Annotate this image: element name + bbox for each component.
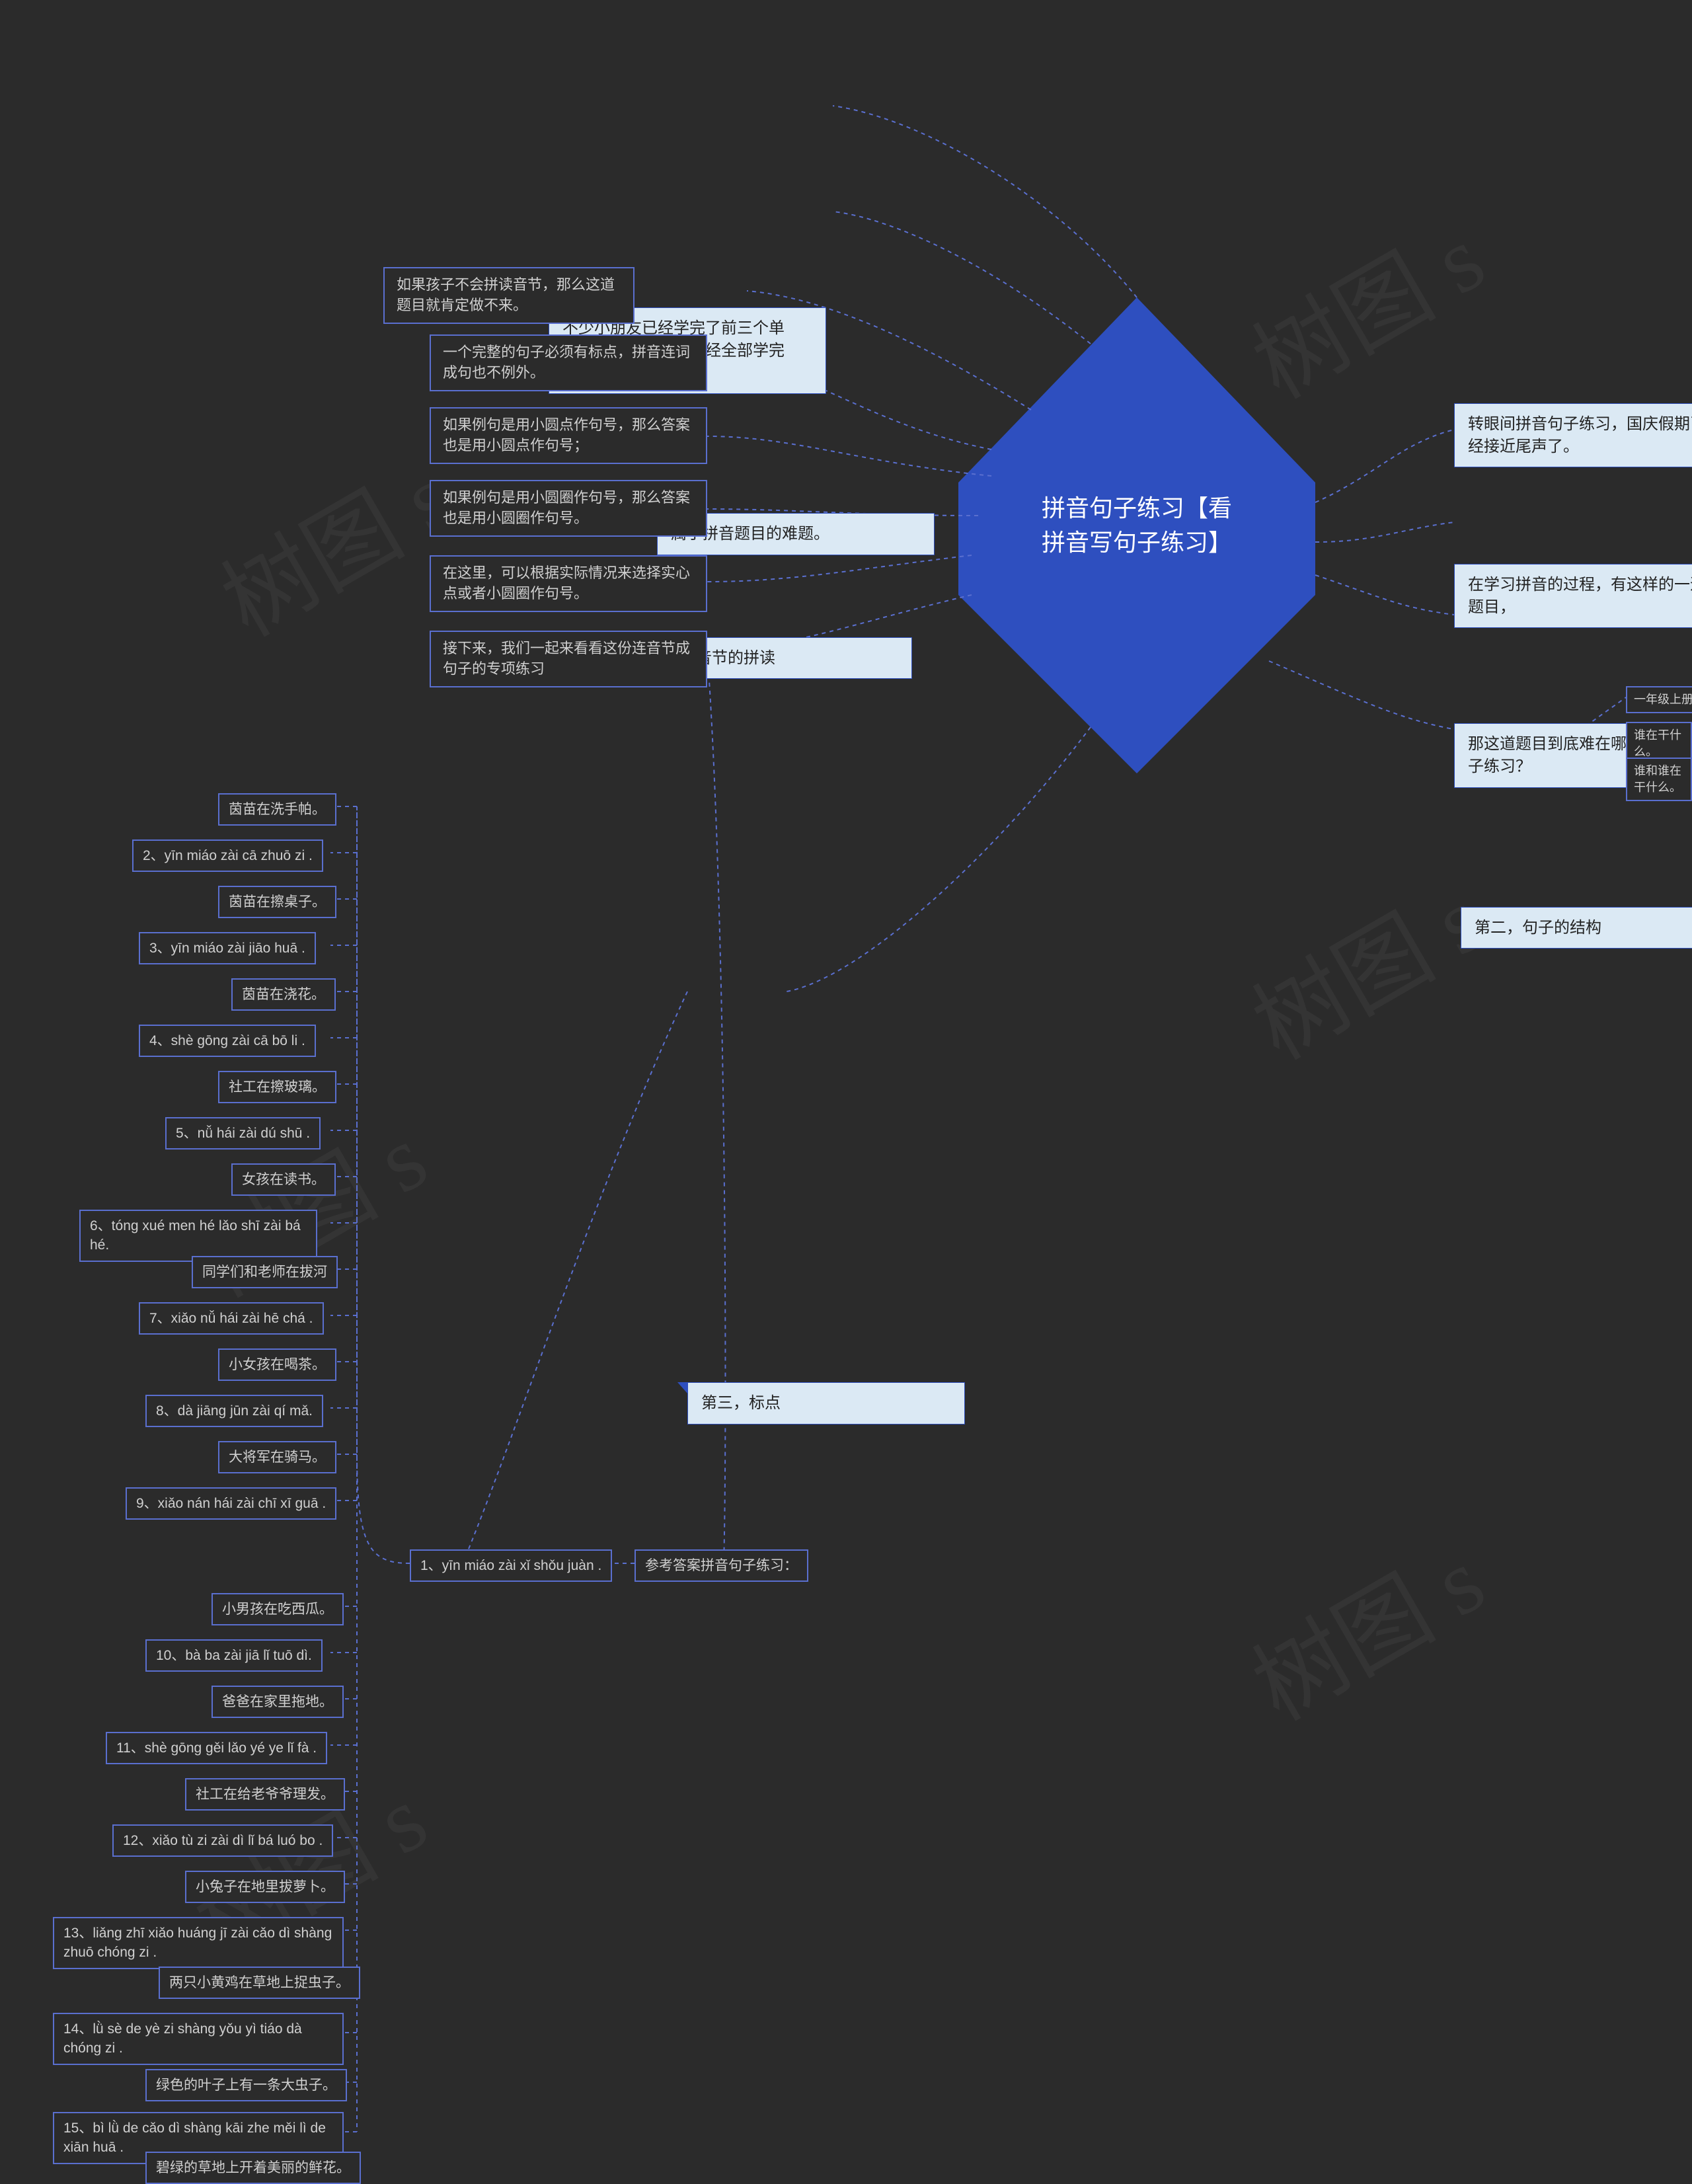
ans-10[interactable]: 10、bà ba zài jiā lǐ tuō dì. — [145, 1639, 323, 1672]
ref-answers[interactable]: 参考答案拼音句子练习： — [634, 1549, 808, 1582]
center-title: 拼音句子练习【看拼音写句子练习】 — [1031, 489, 1243, 558]
ans-3[interactable]: 3、yīn miáo zài jiāo huā . — [139, 932, 316, 964]
left-p5[interactable]: 接下来，我们一起来看看这份连音节成句子的专项练习 — [430, 631, 707, 687]
left-p3[interactable]: 如果例句是用小圆圈作句号，那么答案也是用小圆圈作句号。 — [430, 480, 707, 537]
ans-5b[interactable]: 女孩在读书。 — [231, 1163, 336, 1196]
right-note-1[interactable]: 转眼间拼音句子练习，国庆假期已经接近尾声了。 — [1454, 403, 1692, 467]
right-sub-c[interactable]: 谁和谁在干什么。 — [1626, 758, 1692, 801]
ans-2[interactable]: 2、yīn miáo zài cā zhuō zi . — [132, 839, 323, 872]
right-structure[interactable]: 第二，句子的结构 — [1461, 907, 1692, 949]
right-sub-a[interactable]: 一年级上册最主要的句式就是 — [1626, 686, 1692, 713]
ans-1b[interactable]: 茵苗在洗手帕。 — [218, 793, 336, 826]
ans-2b[interactable]: 茵苗在擦桌子。 — [218, 886, 336, 918]
ans-7[interactable]: 7、xiǎo nǚ hái zài hē chá . — [139, 1302, 324, 1335]
ans-13b[interactable]: 两只小黄鸡在草地上捉虫子。 — [159, 1967, 360, 1999]
ans-10b[interactable]: 爸爸在家里拖地。 — [212, 1686, 344, 1718]
watermark: 树图 s — [1225, 1508, 1504, 1746]
ans-5[interactable]: 5、nǚ hái zài dú shū . — [165, 1117, 321, 1150]
ans-8[interactable]: 8、dà jiāng jūn zài qí mǎ. — [145, 1395, 323, 1427]
ans-4b[interactable]: 社工在擦玻璃。 — [218, 1071, 336, 1103]
left-p1[interactable]: 一个完整的句子必须有标点，拼音连词成句也不例外。 — [430, 334, 707, 391]
ans-12b[interactable]: 小兔子在地里拔萝卜。 — [185, 1871, 345, 1903]
ans-14[interactable]: 14、lǜ sè de yè zi shàng yǒu yì tiáo dà c… — [53, 2013, 344, 2065]
ans-3b[interactable]: 茵苗在浇花。 — [231, 978, 336, 1011]
ans-6b[interactable]: 同学们和老师在拔河 — [192, 1256, 338, 1288]
ans-7b[interactable]: 小女孩在喝茶。 — [218, 1348, 336, 1381]
left-p2[interactable]: 如果例句是用小圆点作句号，那么答案也是用小圆点作句号； — [430, 407, 707, 464]
watermark: 树图 s — [1225, 847, 1504, 1085]
left-p4[interactable]: 在这里，可以根据实际情况来选择实心点或者小圆圈作句号。 — [430, 555, 707, 612]
right-note-2[interactable]: 在学习拼音的过程，有这样的一道题目， — [1454, 564, 1692, 628]
ans-11b[interactable]: 社工在给老爷爷理发。 — [185, 1778, 345, 1811]
ans-8b[interactable]: 大将军在骑马。 — [218, 1441, 336, 1473]
ans-9[interactable]: 9、xiǎo nán hái zài chī xī guā . — [126, 1487, 336, 1520]
ans-12[interactable]: 12、xiǎo tù zi zài dì lǐ bá luó bo . — [112, 1824, 333, 1857]
ans-14b[interactable]: 绿色的叶子上有一条大虫子。 — [145, 2069, 347, 2101]
answer-1[interactable]: 1、yīn miáo zài xǐ shǒu juàn . — [410, 1549, 612, 1582]
ans-11[interactable]: 11、shè gōng gěi lǎo yé ye lǐ fà . — [106, 1732, 327, 1764]
ans-6[interactable]: 6、tóng xué men hé lǎo shī zài bá hé. — [79, 1210, 317, 1262]
third-label[interactable]: 第三，标点 — [687, 1382, 965, 1424]
ans-4[interactable]: 4、shè gōng zài cā bō li . — [139, 1025, 316, 1057]
ans-13[interactable]: 13、liǎng zhī xiǎo huáng jī zài cǎo dì sh… — [53, 1917, 344, 1969]
top-first-sub[interactable]: 如果孩子不会拼读音节，那么这道题目就肯定做不来。 — [383, 267, 634, 324]
ans-15b[interactable]: 碧绿的草地上开着美丽的鲜花。 — [145, 2152, 361, 2184]
ans-9b[interactable]: 小男孩在吃西瓜。 — [212, 1593, 344, 1625]
watermark: 树图 s — [1225, 186, 1504, 424]
